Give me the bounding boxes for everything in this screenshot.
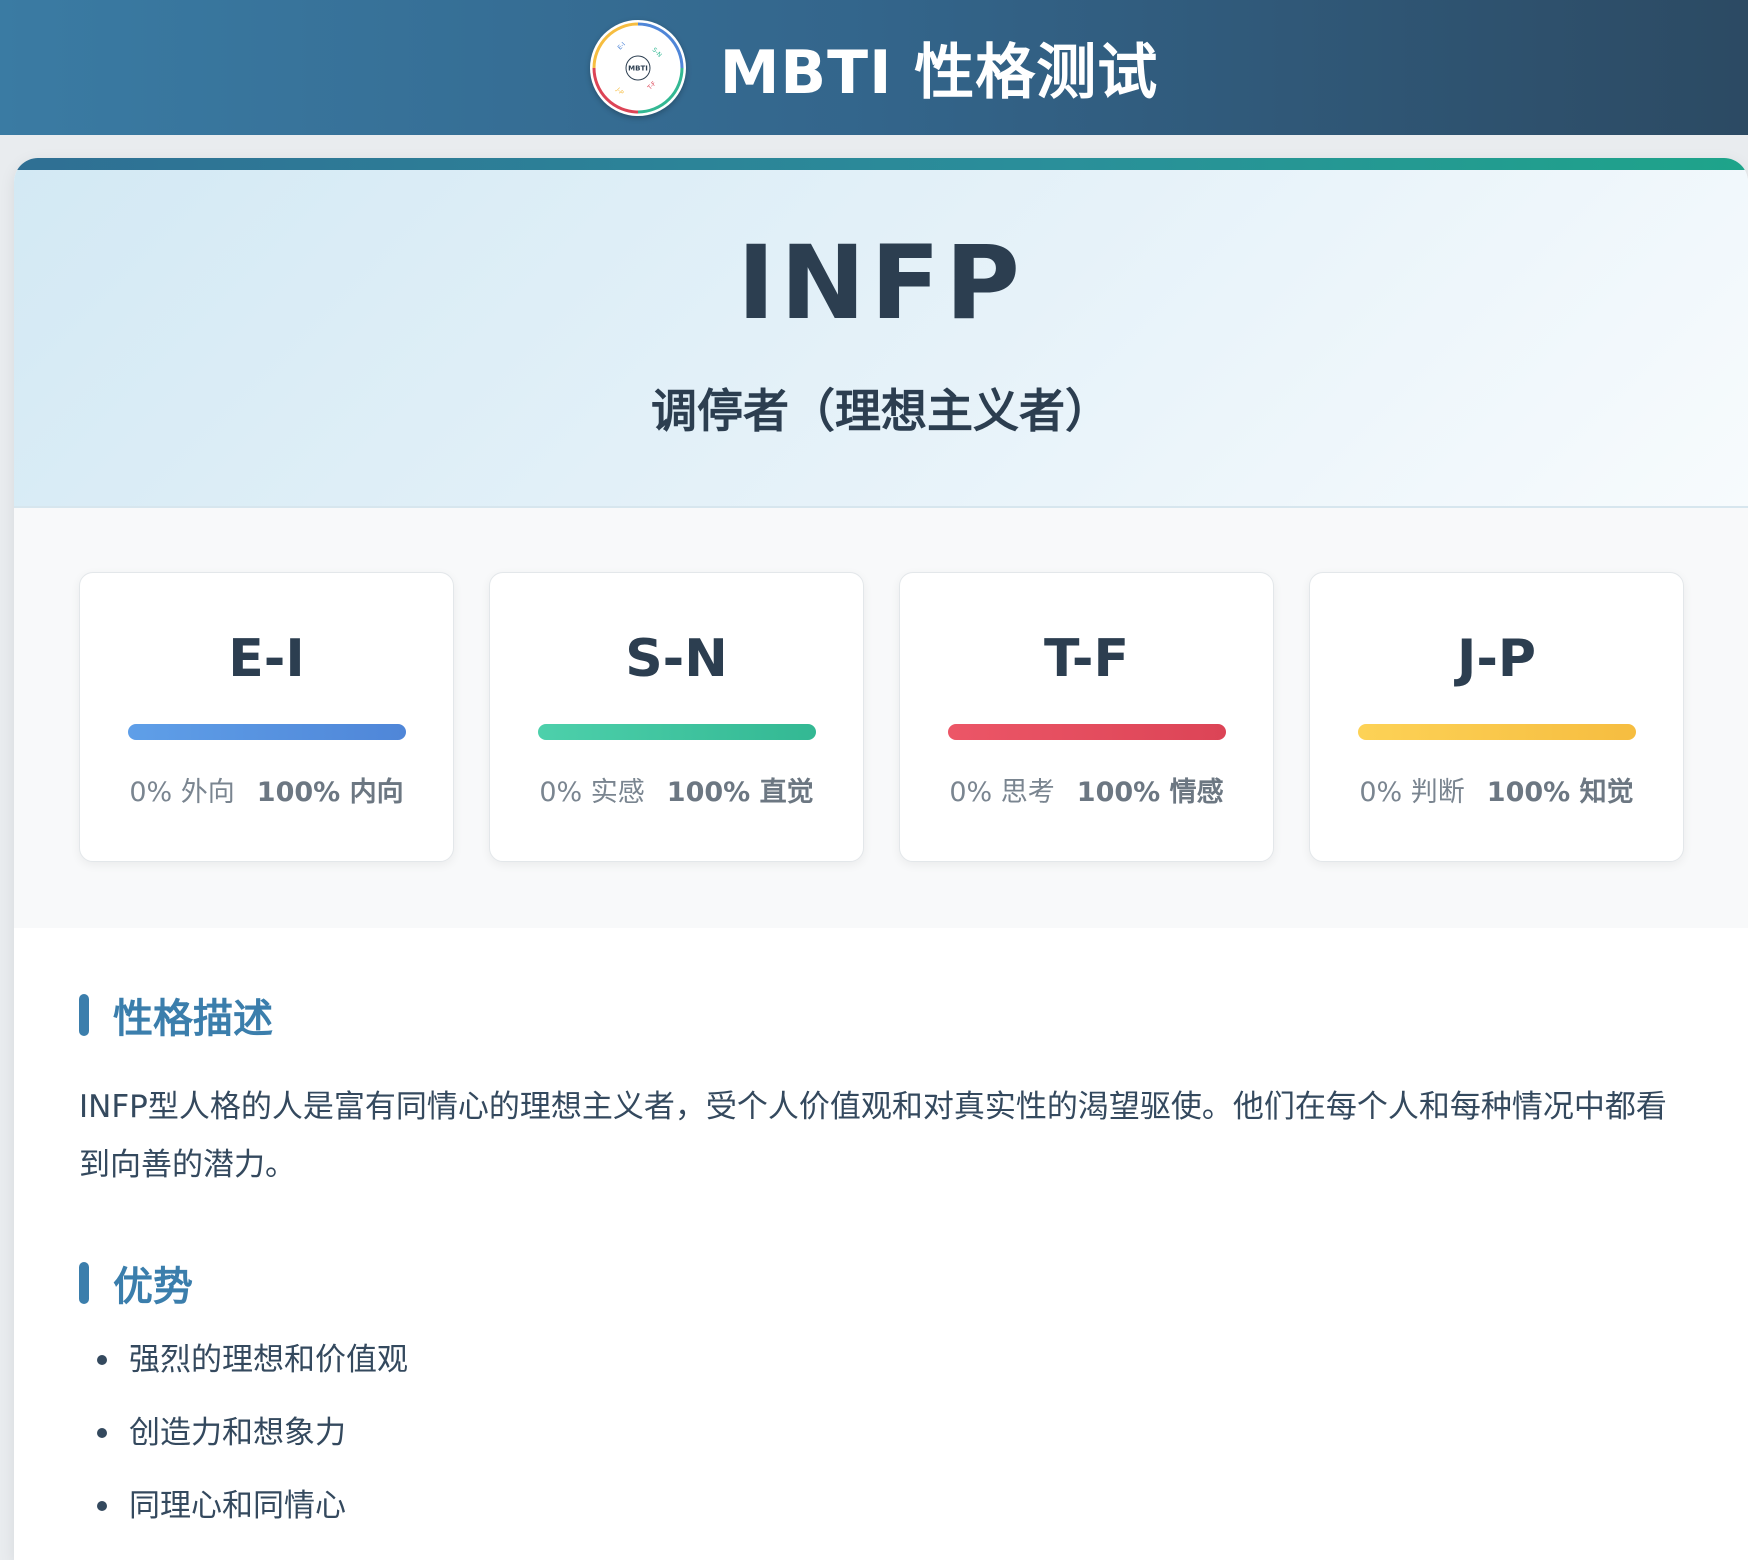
dimension-scores: E-I 0% 外向 100% 内向 S-N 0% 实感 100% 直觉 T-F … [14,508,1748,928]
app-header: MBTI E-I S-N T-F J-P MBTI 性格测试 [0,0,1748,135]
dimension-values: 0% 外向 100% 内向 [80,770,453,809]
type-name: 调停者（理想主义者） [651,384,1111,439]
logo-ring-label: J-P [614,85,625,96]
dimension-bar [127,724,406,741]
dimension-left-value: 0% 判断 [1359,777,1465,809]
bullet-icon [97,1501,107,1511]
dimension-left-value: 0% 思考 [949,777,1055,809]
bullet-icon [97,1355,107,1365]
description-text: INFP型人格的人是富有同情心的理想主义者，受个人价值观和对真实性的渴望驱使。他… [79,1089,1667,1183]
dimension-label: J-P [1456,629,1537,689]
section-title: 性格描述 [79,986,1683,1044]
dimension-bar [1357,724,1636,741]
dimension-label: S-N [625,629,728,689]
dimension-label: T-F [1044,629,1129,689]
description-section: 性格描述 INFP型人格的人是富有同情心的理想主义者，受个人价值观和对真实性的渴… [79,986,1683,1194]
list-item: 创造力和想象力 [97,1415,1683,1451]
section-title: 优势 [79,1254,1683,1312]
description-title: 性格描述 [113,996,273,1042]
list-item: 强烈的理想和价值观 [97,1342,1683,1378]
dimension-values: 0% 判断 100% 知觉 [1310,770,1683,809]
card-accent-bar [14,158,1748,170]
logo-ring-label: T-F [645,79,657,91]
dimension-right-value: 100% 知觉 [1486,777,1634,809]
app-title: MBTI 性格测试 [719,38,1159,108]
dimension-right-value: 100% 直觉 [666,777,814,809]
bullet-icon [97,1428,107,1438]
strength-list: 强烈的理想和价值观 创造力和想象力 同理心和同情心 [79,1342,1683,1524]
strength-text: 强烈的理想和价值观 [129,1342,408,1378]
mbti-logo-icon: MBTI E-I S-N T-F J-P [589,19,686,116]
type-code: INFP [737,224,1025,343]
dimension-right-value: 100% 情感 [1076,777,1224,809]
section-accent-bar [79,994,89,1036]
list-item: 同理心和同情心 [97,1488,1683,1524]
strength-text: 同理心和同情心 [129,1488,346,1524]
dimension-left-value: 0% 外向 [129,777,235,809]
dimension-values: 0% 实感 100% 直觉 [490,770,863,809]
dimension-card-tf: T-F 0% 思考 100% 情感 [899,572,1274,862]
dimension-card-jp: J-P 0% 判断 100% 知觉 [1309,572,1684,862]
result-card: INFP 调停者（理想主义者） E-I 0% 外向 100% 内向 S-N 0%… [14,158,1748,1560]
logo-ring-label: E-I [616,40,627,51]
result-details: 性格描述 INFP型人格的人是富有同情心的理想主义者，受个人价值观和对真实性的渴… [14,928,1748,1524]
strengths-section: 优势 强烈的理想和价值观 创造力和想象力 同理心和同情心 [79,1254,1683,1524]
logo-center-text: MBTI [628,64,648,72]
dimension-label: E-I [228,629,305,689]
dimension-values: 0% 思考 100% 情感 [900,770,1273,809]
dimension-bar [947,724,1226,741]
dimension-card-sn: S-N 0% 实感 100% 直觉 [489,572,864,862]
dimension-right-value: 100% 内向 [256,777,404,809]
dimension-card-ei: E-I 0% 外向 100% 内向 [79,572,454,862]
logo-ring-label: S-N [650,46,662,58]
dimension-bar [537,724,816,741]
strength-text: 创造力和想象力 [129,1415,346,1451]
strengths-title: 优势 [113,1264,193,1310]
section-accent-bar [79,1262,89,1304]
dimension-left-value: 0% 实感 [539,777,645,809]
result-hero: INFP 调停者（理想主义者） [14,170,1748,508]
